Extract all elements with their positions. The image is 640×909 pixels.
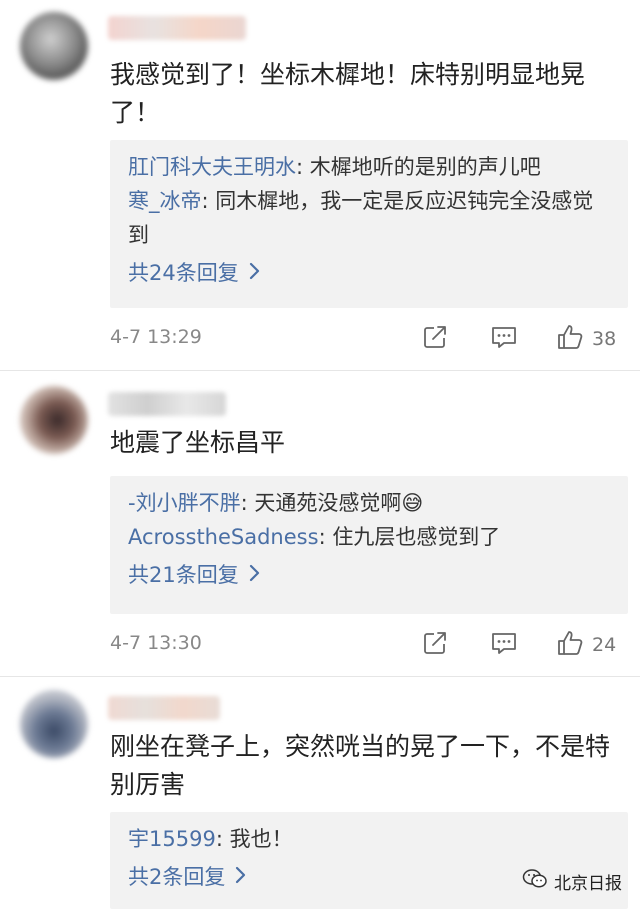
divider [0,370,640,371]
reply-username[interactable]: 宇15599 [128,827,216,851]
avatar[interactable] [20,690,88,758]
reply-item[interactable]: 肛门科大夫王明水: 木樨地听的是别的声儿吧 [128,150,610,184]
reply-username[interactable]: -刘小胖不胖 [128,491,241,515]
repost-icon [422,630,448,660]
watermark: 北京日报 [522,868,622,895]
reply-text: : 住九层也感觉到了 [318,525,501,549]
username-blurred[interactable] [108,392,226,416]
view-more-replies-link[interactable]: 共21条回复 [128,558,610,592]
divider [0,676,640,677]
thumbs-up-icon [556,323,584,355]
reply-item[interactable]: -刘小胖不胖: 天通苑没感觉啊😅 [128,486,610,520]
reply-username[interactable]: 寒_冰帝 [128,189,202,213]
repost-button[interactable] [422,322,448,356]
comment-text: 我感觉到了！坐标木樨地！床特别明显地晃了！ [110,60,586,127]
wechat-icon [522,868,548,895]
chevron-right-icon [249,558,260,592]
watermark-label: 北京日报 [554,874,622,894]
more-replies-label: 共2条回复 [128,865,226,889]
comment-meta: 4-7 13:30 24 [110,628,620,662]
reply-username[interactable]: 肛门科大夫王明水 [128,155,296,179]
comment-meta: 4-7 13:29 38 [110,322,620,356]
reply-text: : 我也！ [215,827,293,851]
view-more-replies-link[interactable]: 共24条回复 [128,256,610,290]
reply-item[interactable]: 寒_冰帝: 同木樨地，我一定是反应迟钝完全没感觉到 [128,184,610,252]
like-button[interactable]: 38 [556,322,616,356]
reply-item[interactable]: AcrosstheSadness: 住九层也感觉到了 [128,520,610,554]
comment-icon [490,324,518,354]
avatar[interactable] [20,386,88,454]
repost-icon [422,324,448,354]
comment-time: 4-7 13:29 [110,326,202,348]
reply-username[interactable]: AcrosstheSadness [128,525,319,549]
like-button[interactable]: 24 [556,628,616,662]
username-blurred[interactable] [108,696,220,720]
comment-text: 地震了坐标昌平 [110,428,286,457]
like-count: 38 [592,328,617,350]
reply-text: : 天通苑没感觉啊😅 [240,491,424,515]
more-replies-label: 共21条回复 [128,563,239,587]
comment-icon [490,630,518,660]
reply-text: : 木樨地听的是别的声儿吧 [296,155,541,179]
comment-button[interactable] [490,322,518,356]
comment-button[interactable] [490,628,518,662]
reply-item[interactable]: 宇15599: 我也！ [128,822,610,856]
comment-text: 刚坐在凳子上，突然咣当的晃了一下，不是特别厉害 [110,732,611,799]
chevron-right-icon [235,860,246,894]
chevron-right-icon [249,256,260,290]
like-count: 24 [592,634,617,656]
thumbs-up-icon [556,629,584,661]
comment-time: 4-7 13:30 [110,632,202,654]
repost-button[interactable] [422,628,448,662]
avatar[interactable] [20,12,88,80]
reply-box[interactable]: 肛门科大夫王明水: 木樨地听的是别的声儿吧 寒_冰帝: 同木樨地，我一定是反应迟… [110,140,628,308]
more-replies-label: 共24条回复 [128,261,239,285]
username-blurred[interactable] [108,16,246,40]
reply-box[interactable]: -刘小胖不胖: 天通苑没感觉啊😅 AcrosstheSadness: 住九层也感… [110,476,628,614]
